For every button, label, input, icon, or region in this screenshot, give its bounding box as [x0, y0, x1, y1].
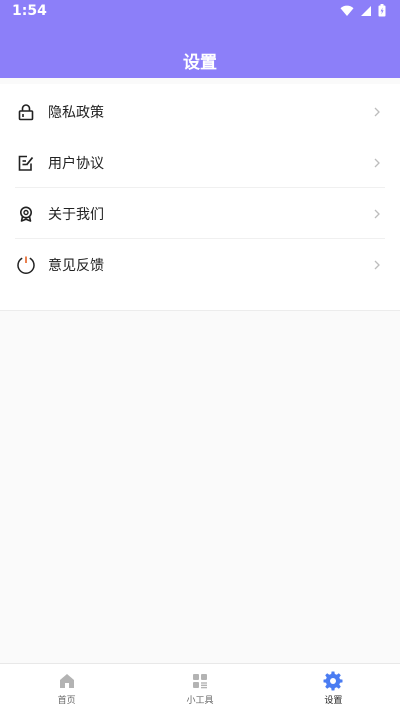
app-header: 1:54 设置	[0, 0, 400, 78]
lock-icon	[15, 101, 37, 123]
home-icon	[57, 671, 77, 691]
chevron-right-icon	[374, 107, 380, 116]
nav-label: 设置	[324, 695, 343, 706]
power-timer-icon	[15, 254, 37, 276]
bottom-nav: 首页 小工具 设置	[0, 663, 400, 712]
page-title: 设置	[183, 53, 217, 73]
nav-label: 小工具	[186, 695, 214, 706]
battery-icon	[378, 4, 386, 17]
chevron-right-icon	[374, 260, 380, 269]
nav-label: 首页	[57, 695, 76, 706]
gear-icon	[323, 671, 343, 691]
edit-document-icon	[15, 152, 37, 174]
signal-icon	[361, 5, 371, 16]
status-time: 1:54	[12, 3, 47, 19]
badge-icon	[15, 203, 37, 225]
nav-item-settings[interactable]: 设置	[267, 664, 400, 712]
status-icons	[340, 4, 386, 17]
settings-list: 隐私政策 用户协议 关于我们 意见反馈	[0, 84, 400, 311]
settings-item-label: 关于我们	[48, 206, 104, 223]
status-bar: 1:54	[0, 0, 400, 24]
settings-item-privacy-policy[interactable]: 隐私政策	[0, 86, 400, 137]
settings-item-user-agreement[interactable]: 用户协议	[0, 137, 400, 188]
settings-item-label: 隐私政策	[48, 104, 104, 121]
nav-item-tools[interactable]: 小工具	[133, 664, 266, 712]
wifi-icon	[340, 5, 354, 16]
settings-item-label: 意见反馈	[48, 257, 104, 274]
chevron-right-icon	[374, 158, 380, 167]
tools-grid-icon	[190, 671, 210, 691]
settings-item-feedback[interactable]: 意见反馈	[0, 239, 400, 290]
settings-item-about-us[interactable]: 关于我们	[0, 188, 400, 239]
settings-item-label: 用户协议	[48, 155, 104, 172]
chevron-right-icon	[374, 209, 380, 218]
nav-item-home[interactable]: 首页	[0, 664, 133, 712]
